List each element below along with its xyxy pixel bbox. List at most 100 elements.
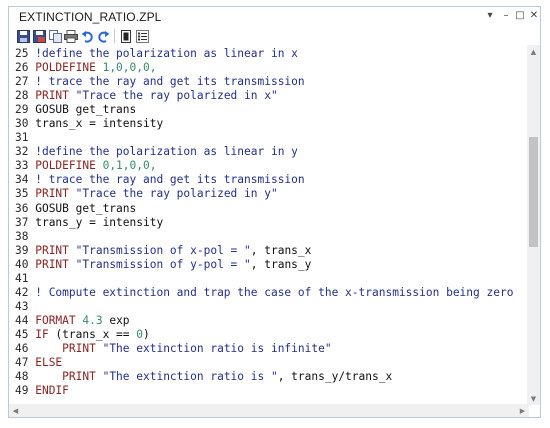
code-line: 48 PRINT "The extinction ratio is ", tra… xyxy=(15,370,527,384)
code-line: 44 FORMAT 4.3 exp xyxy=(15,314,527,328)
code-token: 0,1,0,0, xyxy=(102,159,157,173)
code-token: "Transmission of x-pol = " xyxy=(75,243,251,257)
code-token: PRINT xyxy=(35,243,76,257)
code-token: IF xyxy=(35,327,56,341)
code-token: PRINT xyxy=(35,257,76,271)
line-number: 30 xyxy=(15,117,36,131)
undo-icon[interactable] xyxy=(79,28,95,44)
toolbar xyxy=(9,27,540,45)
toolbar-separator xyxy=(114,29,115,43)
dropdown-icon[interactable]: ▾ xyxy=(483,9,497,23)
code-token: ! Compute extinction and trap the case o… xyxy=(35,285,514,299)
code-token: 4.3 xyxy=(82,313,110,327)
code-line: 30 trans_x = intensity xyxy=(15,117,527,131)
line-number: 35 xyxy=(15,187,36,201)
scroll-left-icon[interactable]: ◀ xyxy=(10,405,21,416)
code-line: 42 ! Compute extinction and trap the cas… xyxy=(15,286,527,300)
code-line: 39 PRINT "Transmission of x-pol = ", tra… xyxy=(15,244,527,258)
line-number: 26 xyxy=(15,61,36,75)
scroll-right-icon[interactable]: ▶ xyxy=(517,405,528,416)
code-token: , trans_x xyxy=(250,243,312,257)
line-number: 33 xyxy=(15,159,36,173)
code-line: 33 POLDEFINE 0,1,0,0, xyxy=(15,159,527,173)
run-icon[interactable] xyxy=(118,28,134,44)
code-line: 27 ! trace the ray and get its transmiss… xyxy=(15,75,527,89)
code-token: ENDIF xyxy=(35,384,69,398)
code-token: ! trace the ray and get its transmission xyxy=(35,75,305,89)
line-number: 46 xyxy=(15,341,36,355)
code-line: 32 !define the polarization as linear in… xyxy=(15,145,527,159)
code-line: 34 ! trace the ray and get its transmiss… xyxy=(15,173,527,187)
code-line: 45 IF (trans_x == 0) xyxy=(15,328,527,342)
editor-window: EXTINCTION_RATIO.ZPL ▾ – □ ✕ 25 !define … xyxy=(8,6,541,418)
code-token: (trans_x == xyxy=(55,327,137,341)
code-line: 43 xyxy=(15,300,527,314)
line-number: 39 xyxy=(15,243,36,257)
close-button[interactable]: ✕ xyxy=(527,9,541,23)
scroll-up-icon[interactable]: ▲ xyxy=(528,46,539,57)
code-editor[interactable]: 25 !define the polarization as linear in… xyxy=(15,47,527,403)
vertical-scroll-thumb[interactable] xyxy=(529,137,538,247)
code-token: "The extinction ratio is " xyxy=(102,370,278,384)
code-token: PRINT xyxy=(35,89,76,103)
code-token: ELSE xyxy=(35,356,63,370)
code-token: , trans_y/trans_x xyxy=(277,370,393,384)
copy-icon[interactable] xyxy=(47,28,63,44)
code-line: 40 PRINT "Transmission of y-pol = ", tra… xyxy=(15,258,527,272)
line-number: 47 xyxy=(15,356,36,370)
code-line: 28 PRINT "Trace the ray polarized in x" xyxy=(15,89,527,103)
code-token: ! trace the ray and get its transmission xyxy=(35,173,305,187)
horizontal-scrollbar[interactable]: ◀ ▶ xyxy=(9,404,529,417)
line-number: 40 xyxy=(15,257,36,271)
code-token: FORMAT xyxy=(35,313,83,327)
line-number: 25 xyxy=(15,47,36,60)
line-number: 34 xyxy=(15,173,36,187)
line-number: 38 xyxy=(15,229,29,243)
code-line: 37 trans_y = intensity xyxy=(15,216,527,230)
line-number: 45 xyxy=(15,327,36,341)
code-line: 31 xyxy=(15,131,527,145)
code-token: PRINT xyxy=(35,187,76,201)
line-number: 37 xyxy=(15,215,36,229)
code-token: POLDEFINE xyxy=(35,159,103,173)
code-line: 38 xyxy=(15,230,527,244)
line-number: 27 xyxy=(15,75,36,89)
code-token: 0 xyxy=(136,327,144,341)
code-token: "The extinction ratio is infinite" xyxy=(102,341,332,355)
code-token: "Transmission of y-pol = " xyxy=(75,257,251,271)
minimize-button[interactable]: – xyxy=(499,9,513,23)
line-number: 44 xyxy=(15,313,36,327)
list-icon[interactable] xyxy=(134,28,150,44)
code-token: !define the polarization as linear in y xyxy=(35,145,298,159)
redo-icon[interactable] xyxy=(95,28,111,44)
scroll-down-icon[interactable]: ▼ xyxy=(528,393,539,404)
save-as-icon[interactable] xyxy=(31,28,47,44)
line-number: 49 xyxy=(15,384,36,398)
maximize-button[interactable]: □ xyxy=(513,9,527,23)
code-token: "Trace the ray polarized in x" xyxy=(75,89,278,103)
vertical-scrollbar[interactable]: ▲ ▼ xyxy=(527,45,540,405)
line-number: 43 xyxy=(15,299,29,313)
code-token: GOSUB get_trans xyxy=(35,201,137,215)
code-token: trans_y = intensity xyxy=(35,215,164,229)
code-token: 1,0,0,0, xyxy=(102,61,157,75)
title-bar: EXTINCTION_RATIO.ZPL ▾ – □ ✕ xyxy=(9,7,540,27)
code-line: 26 POLDEFINE 1,0,0,0, xyxy=(15,61,527,75)
code-line: 46 PRINT "The extinction ratio is infini… xyxy=(15,342,527,356)
code-line: 41 xyxy=(15,272,527,286)
code-token: PRINT xyxy=(35,341,103,355)
line-number: 36 xyxy=(15,201,36,215)
line-number: 31 xyxy=(15,131,29,145)
code-line: 49 ENDIF xyxy=(15,384,527,398)
print-icon[interactable] xyxy=(63,28,79,44)
line-number: 42 xyxy=(15,285,36,299)
line-number: 32 xyxy=(15,145,36,159)
code-line: 36 GOSUB get_trans xyxy=(15,202,527,216)
code-token: , trans_y xyxy=(250,257,312,271)
save-icon[interactable] xyxy=(15,28,31,44)
line-number: 28 xyxy=(15,89,36,103)
window-title: EXTINCTION_RATIO.ZPL xyxy=(19,10,162,24)
code-token: "Trace the ray polarized in y" xyxy=(75,187,278,201)
code-token: !define the polarization as linear in x xyxy=(35,47,298,60)
code-token: exp xyxy=(109,313,130,327)
